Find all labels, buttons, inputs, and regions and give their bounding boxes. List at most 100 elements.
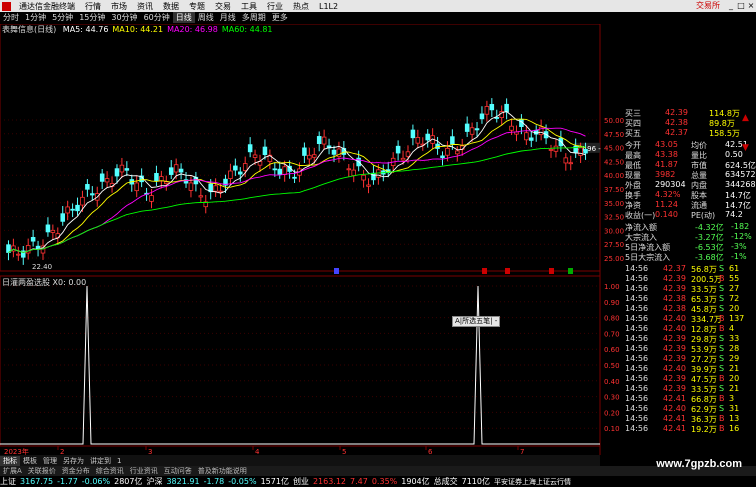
- subtab-1[interactable]: 关联报价: [25, 466, 59, 476]
- stat-row-cell: 4.32%: [655, 190, 681, 199]
- sz-value: 3821.91: [166, 477, 200, 486]
- period-tab-5[interactable]: 60分钟: [141, 12, 173, 23]
- tick-row-cell: 13: [729, 414, 740, 423]
- tick-row-cell: B: [719, 424, 725, 433]
- candle-body: [351, 169, 356, 177]
- tab-3[interactable]: 另存为: [60, 456, 87, 466]
- period-tab-3[interactable]: 15分钟: [76, 12, 108, 23]
- maximize-icon[interactable]: □: [736, 0, 746, 12]
- tick-row-cell: 14:56: [625, 424, 649, 433]
- candle-body: [65, 206, 70, 214]
- ma10-line: [8, 118, 586, 253]
- arrow-down-icon[interactable]: ▼: [742, 143, 756, 153]
- period-tab-10[interactable]: 更多: [269, 12, 291, 23]
- subtab-4[interactable]: 行业资讯: [127, 466, 161, 476]
- tick-row-cell: 14:56: [625, 294, 649, 303]
- stat-row-cell: 41.87: [655, 160, 678, 169]
- trade-link[interactable]: 交易所: [696, 0, 720, 11]
- menu-item-data[interactable]: 数据: [158, 1, 184, 12]
- tick-row-cell: S: [719, 384, 725, 393]
- tab-5[interactable]: 1: [114, 457, 124, 465]
- period-tab-6[interactable]: 日线: [172, 12, 195, 23]
- candle-body: [70, 208, 75, 211]
- period-tab-4[interactable]: 30分钟: [108, 12, 140, 23]
- tick-row-cell: 42.39: [663, 334, 686, 343]
- tick-row-cell: 19.2万: [691, 425, 717, 434]
- subtab-6[interactable]: 普及新功能说明: [195, 466, 250, 476]
- menu-item-tools[interactable]: 工具: [236, 1, 262, 12]
- flow-row: 净流入额 -4.32亿 -182: [625, 222, 756, 232]
- subtab-2[interactable]: 资金分布: [59, 466, 93, 476]
- tick-row-cell: 21: [729, 364, 740, 373]
- candle-body: [578, 147, 583, 156]
- candle-body: [238, 171, 243, 175]
- tab-2[interactable]: 管理: [40, 456, 60, 466]
- menu-item-industry[interactable]: 行业: [262, 1, 288, 12]
- candle-body: [50, 229, 56, 233]
- subtab-3[interactable]: 综合资讯: [93, 466, 127, 476]
- tick-row: 14:56 42.39 33.5万 S 21: [625, 384, 756, 394]
- close-icon[interactable]: ×: [746, 0, 756, 12]
- menu-item-l1l2[interactable]: L1L2: [314, 2, 343, 11]
- tick-row: 14:56 42.38 45.8万 S 20: [625, 304, 756, 314]
- kline-chart[interactable]: 50.00 47.50 45.00 42.50 40.00 37.50 35.00 32.50…: [0, 24, 625, 455]
- tick-row: 14:56 42.37 56.8万 S 61: [625, 264, 756, 274]
- period-tab-7[interactable]: 周线: [195, 12, 217, 23]
- price-tick-label: 35.00: [604, 200, 624, 208]
- tick-row-cell: 42.39: [663, 274, 686, 283]
- subtab-0[interactable]: 扩展A: [0, 466, 25, 476]
- candle-body: [233, 165, 238, 171]
- indicator-tick-label: 0.70: [604, 330, 620, 338]
- period-tab-8[interactable]: 月线: [217, 12, 239, 23]
- candle-body: [134, 182, 139, 192]
- tab-1[interactable]: 模板: [20, 456, 40, 466]
- stat-row: 最高 43.38 量比 0.50: [625, 150, 756, 160]
- menu-item-topic[interactable]: 专题: [184, 1, 210, 12]
- event-tag[interactable]: [549, 268, 554, 274]
- menu-item-trade[interactable]: 交易: [210, 1, 236, 12]
- candle-body: [455, 150, 460, 155]
- period-tab-9[interactable]: 多周期: [239, 12, 269, 23]
- event-tag[interactable]: [568, 268, 573, 274]
- bid-row-cell: 买五: [625, 129, 641, 138]
- window-controls: _ □ ×: [726, 0, 756, 12]
- period-tab-2[interactable]: 5分钟: [49, 12, 76, 23]
- menu-item-hot[interactable]: 热点: [288, 1, 314, 12]
- tick-row-cell: 14:56: [625, 374, 649, 383]
- selection-popup[interactable]: A|所选五笔| -: [452, 316, 501, 327]
- flow-row: 5日大宗流入 -3.68亿 -1%: [625, 252, 756, 262]
- period-tab-0[interactable]: 分时: [0, 12, 22, 23]
- tick-row: 14:56 42.41 36.3万 B 13: [625, 414, 756, 424]
- event-tag[interactable]: [505, 268, 510, 274]
- cy-percent: 0.35%: [371, 477, 398, 486]
- event-tag[interactable]: [334, 268, 339, 274]
- tab-4[interactable]: 讲定到: [87, 456, 114, 466]
- time-tick-label: 2023年: [4, 447, 29, 455]
- minimize-icon[interactable]: _: [726, 0, 736, 12]
- period-tab-1[interactable]: 1分钟: [22, 12, 49, 23]
- candle-body: [425, 133, 430, 141]
- arrow-up-icon[interactable]: ▲: [742, 113, 756, 123]
- candle-body: [504, 103, 509, 113]
- stat-row-cell: 3982: [655, 170, 676, 179]
- subtab-5[interactable]: 互动问答: [161, 466, 195, 476]
- price-tick-label: 42.50: [604, 158, 624, 166]
- price-tick-label: 30.00: [604, 227, 624, 235]
- indicator-tick-label: 0.60: [604, 346, 620, 354]
- tick-row-cell: B: [719, 394, 725, 403]
- stat-row-cell: 43.38: [655, 150, 678, 159]
- candle-body: [469, 127, 475, 135]
- menu-item-news[interactable]: 资讯: [132, 1, 158, 12]
- menu-item-hq[interactable]: 行情: [80, 1, 106, 12]
- sh-value: 3167.75: [20, 477, 54, 486]
- bid-row-cell: 42.37: [665, 128, 688, 137]
- indicator-tick-label: 0.30: [604, 394, 620, 402]
- stat-row: 最低 41.87 市值 624.5亿: [625, 160, 756, 170]
- tab-0[interactable]: 指标: [0, 455, 20, 466]
- tick-row-cell: S: [719, 344, 725, 353]
- bid-row: 买五 42.37 158.5万: [625, 128, 756, 138]
- price-tick-label: 32.50: [604, 214, 624, 222]
- sh-amount: 2807亿: [114, 477, 143, 486]
- event-tag[interactable]: [482, 268, 487, 274]
- menu-item-market[interactable]: 市场: [106, 1, 132, 12]
